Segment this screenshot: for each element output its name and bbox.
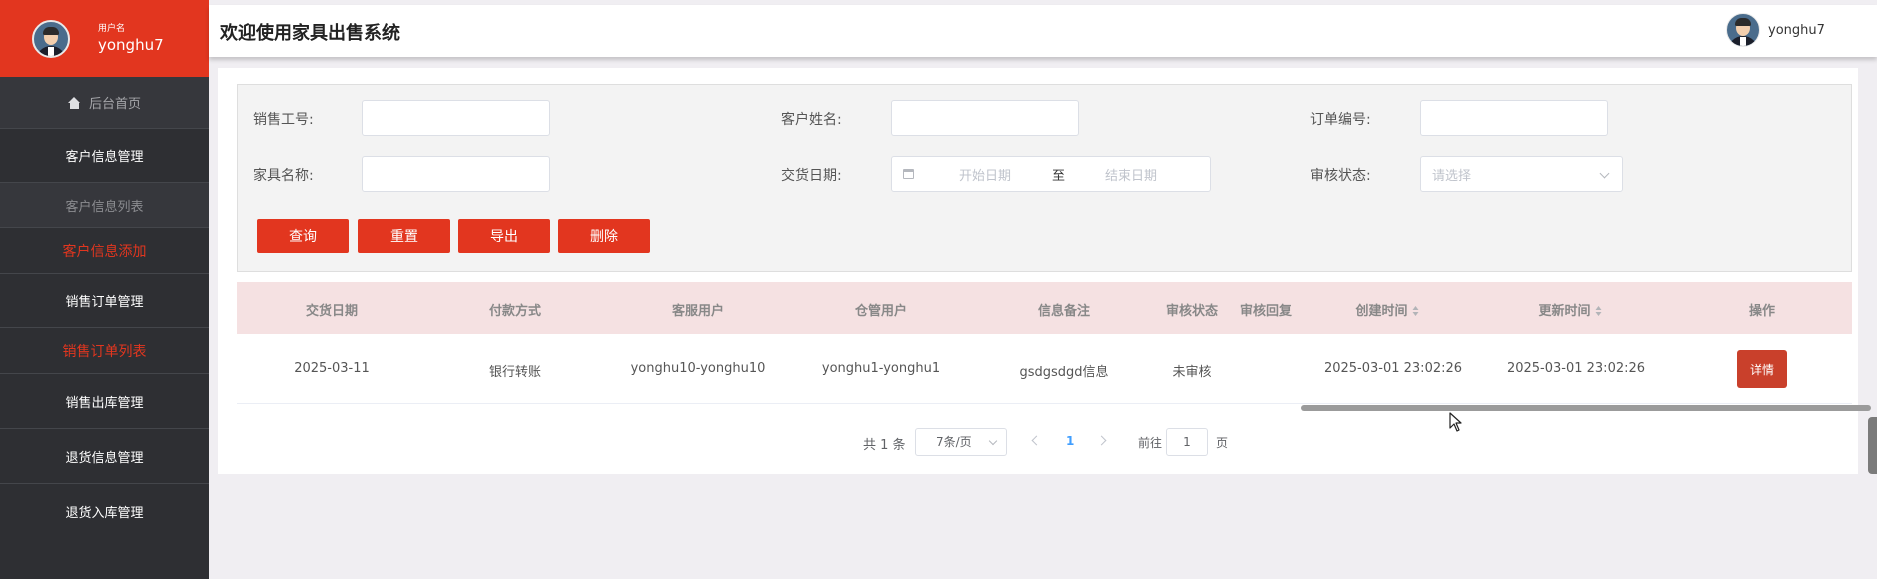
avatar bbox=[32, 19, 70, 58]
sidebar-item-sales-order-list[interactable]: 销售订单列表 bbox=[0, 328, 209, 374]
sidebar-user-panel: 用户名 yonghu7 bbox=[0, 0, 209, 77]
sidebar-item-label: 退货入库管理 bbox=[65, 506, 144, 521]
customer-name-label: 客户姓名: bbox=[781, 112, 842, 128]
main-content: 销售工号: 客户姓名: 订单编号: 家具名称: 交货日期: 开始日期 至 结束日… bbox=[218, 68, 1871, 474]
pagination-goto-label: 前往 bbox=[1138, 436, 1163, 450]
review-status-label: 审核状态: bbox=[1310, 168, 1371, 184]
top-header: 欢迎使用家具出售系统 yonghu7 bbox=[209, 5, 1877, 57]
header-user-menu[interactable]: yonghu7 bbox=[1726, 13, 1825, 47]
sidebar-item-label: 销售订单管理 bbox=[65, 295, 144, 310]
column-header-updated-at-label: 更新时间 bbox=[1538, 304, 1591, 319]
user-name: yonghu7 bbox=[98, 35, 164, 54]
sidebar-item-returns[interactable]: 退货信息管理 bbox=[0, 429, 209, 484]
header-user-name: yonghu7 bbox=[1768, 22, 1825, 38]
page-title: 欢迎使用家具出售系统 bbox=[220, 23, 400, 44]
date-range-separator: 至 bbox=[1052, 168, 1066, 184]
table-header: 交货日期 付款方式 客服用户 仓管用户 信息备注 审核状态 审核回复 创建时间 … bbox=[237, 282, 1852, 334]
sales-id-input[interactable] bbox=[362, 100, 550, 136]
sidebar-item-home[interactable]: 后台首页 bbox=[0, 77, 209, 129]
table-row: 2025-03-11 银行转账 yonghu10-yonghu10 yonghu… bbox=[237, 334, 1852, 404]
sales-id-label: 销售工号: bbox=[253, 112, 314, 128]
customer-name-field: 客户姓名: bbox=[781, 109, 842, 129]
cell-updated-at: 2025-03-01 23:02:26 bbox=[1506, 361, 1646, 376]
column-header-actions: 操作 bbox=[1748, 304, 1776, 319]
review-status-select[interactable]: 请选择 bbox=[1420, 156, 1623, 192]
reset-button[interactable]: 重置 bbox=[358, 219, 450, 253]
page-size-value: 7条/页 bbox=[936, 435, 972, 449]
delivery-date-field: 交货日期: bbox=[781, 165, 842, 185]
cell-remark: gsdgsdgd信息 bbox=[1019, 365, 1109, 380]
pagination-total: 共 1 条 bbox=[863, 438, 906, 453]
sidebar-item-return-inbound[interactable]: 退货入库管理 bbox=[0, 484, 209, 539]
search-panel: 销售工号: 客户姓名: 订单编号: 家具名称: 交货日期: 开始日期 至 结束日… bbox=[237, 84, 1852, 272]
cell-warehouse-user: yonghu1-yonghu1 bbox=[821, 361, 941, 376]
chevron-left-icon[interactable] bbox=[1031, 435, 1042, 446]
pagination-goto-input[interactable] bbox=[1166, 428, 1208, 456]
review-status-placeholder: 请选择 bbox=[1432, 168, 1472, 184]
sidebar-item-label: 后台首页 bbox=[88, 97, 141, 112]
vertical-scrollbar-thumb[interactable] bbox=[1868, 417, 1877, 474]
export-button[interactable]: 导出 bbox=[458, 219, 550, 253]
column-header-review-reply: 审核回复 bbox=[1239, 304, 1293, 319]
calendar-icon bbox=[903, 169, 914, 179]
pagination-page-1[interactable]: 1 bbox=[1066, 434, 1074, 448]
horizontal-scrollbar-thumb[interactable] bbox=[1301, 405, 1871, 411]
chevron-right-icon[interactable] bbox=[1096, 435, 1107, 446]
horizontal-scrollbar[interactable] bbox=[237, 404, 1871, 412]
column-header-payment-method: 付款方式 bbox=[488, 304, 542, 319]
sidebar-item-label: 销售出库管理 bbox=[65, 395, 144, 411]
cell-delivery-date: 2025-03-11 bbox=[294, 361, 370, 376]
furniture-name-label: 家具名称: bbox=[253, 168, 314, 184]
sidebar: 用户名 yonghu7 后台首页 客户信息管理 客户信息列表 客户信息添加 销售… bbox=[0, 0, 209, 579]
delete-button[interactable]: 删除 bbox=[558, 219, 650, 253]
furniture-name-input[interactable] bbox=[362, 156, 550, 192]
user-caption: 用户名 bbox=[98, 23, 126, 34]
chevron-down-icon bbox=[1599, 168, 1610, 179]
mouse-cursor-icon bbox=[1449, 412, 1462, 432]
sales-id-field: 销售工号: bbox=[253, 109, 314, 129]
pagination-page-suffix: 页 bbox=[1216, 436, 1229, 450]
cell-service-user: yonghu10-yonghu10 bbox=[630, 361, 766, 376]
page-size-select[interactable]: 7条/页 bbox=[915, 428, 1007, 456]
query-button[interactable]: 查询 bbox=[257, 219, 349, 253]
sidebar-item-label: 退货信息管理 bbox=[65, 450, 144, 466]
column-header-created-at-label: 创建时间 bbox=[1355, 304, 1408, 319]
end-date-input[interactable]: 结束日期 bbox=[1105, 165, 1157, 184]
start-date-input[interactable]: 开始日期 bbox=[959, 165, 1011, 184]
sort-icon[interactable] bbox=[1412, 306, 1419, 316]
sidebar-item-sales-outbound[interactable]: 销售出库管理 bbox=[0, 374, 209, 429]
sidebar-item-label: 客户信息列表 bbox=[65, 199, 144, 215]
column-header-service-user: 客服用户 bbox=[671, 304, 725, 319]
avatar bbox=[1726, 13, 1760, 47]
home-icon bbox=[67, 96, 81, 109]
order-no-field: 订单编号: bbox=[1310, 109, 1371, 129]
order-no-input[interactable] bbox=[1420, 100, 1608, 136]
pagination: 共 1 条 7条/页 1 前往 页 bbox=[218, 428, 1858, 456]
column-header-created-at[interactable]: 创建时间 bbox=[1355, 300, 1419, 319]
detail-button[interactable]: 详情 bbox=[1737, 350, 1787, 388]
furniture-name-field: 家具名称: bbox=[253, 165, 314, 185]
column-header-review-status: 审核状态 bbox=[1165, 304, 1219, 319]
sidebar-item-label: 销售订单列表 bbox=[62, 343, 147, 360]
sort-icon[interactable] bbox=[1595, 306, 1602, 316]
cell-review-status: 未审核 bbox=[1172, 365, 1212, 380]
delivery-date-label: 交货日期: bbox=[781, 168, 842, 184]
column-header-delivery-date: 交货日期 bbox=[305, 304, 359, 319]
sidebar-item-label: 客户信息管理 bbox=[65, 150, 144, 165]
sidebar-item-customer-list[interactable]: 客户信息列表 bbox=[0, 183, 209, 228]
customer-name-input[interactable] bbox=[891, 100, 1079, 136]
column-header-updated-at[interactable]: 更新时间 bbox=[1538, 300, 1602, 319]
sidebar-item-label: 客户信息添加 bbox=[62, 243, 147, 260]
chevron-down-icon bbox=[988, 436, 998, 446]
sidebar-item-customer-add[interactable]: 客户信息添加 bbox=[0, 228, 209, 274]
order-no-label: 订单编号: bbox=[1310, 112, 1371, 128]
review-status-field: 审核状态: bbox=[1310, 165, 1371, 185]
column-header-remark: 信息备注 bbox=[1037, 304, 1091, 319]
cell-created-at: 2025-03-01 23:02:26 bbox=[1323, 361, 1463, 376]
cell-payment-method: 银行转账 bbox=[488, 365, 542, 380]
sidebar-item-sales-order-management[interactable]: 销售订单管理 bbox=[0, 274, 209, 328]
column-header-warehouse-user: 仓管用户 bbox=[854, 304, 908, 319]
delivery-date-range-picker[interactable]: 开始日期 至 结束日期 bbox=[891, 156, 1211, 192]
sidebar-item-customer-management[interactable]: 客户信息管理 bbox=[0, 129, 209, 183]
